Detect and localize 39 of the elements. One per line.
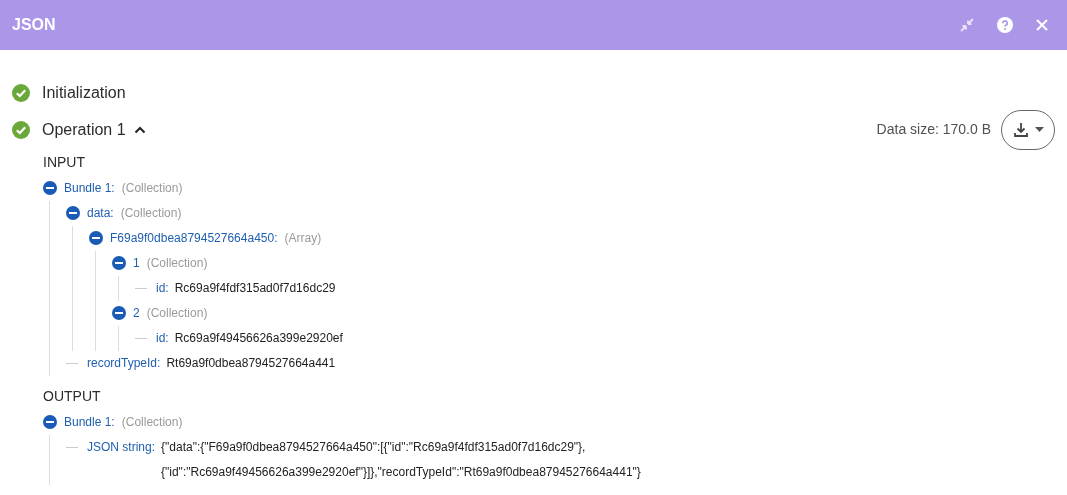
tree-key: 1: [133, 255, 140, 272]
tree-key: Bundle 1:: [64, 414, 115, 431]
caret-down-icon: [1034, 127, 1044, 132]
tree-key: id:: [156, 330, 169, 347]
section-heading: INPUT: [43, 152, 86, 172]
step-label[interactable]: Operation 1: [42, 117, 126, 142]
type-label: (Array): [284, 230, 322, 247]
type-label: (Collection): [146, 255, 208, 272]
section-heading: OUTPUT: [43, 386, 102, 406]
value-text: Rt69a9f0dbea8794527664a441: [166, 355, 336, 372]
download-icon: [1012, 121, 1029, 138]
download-button[interactable]: [1001, 109, 1055, 150]
value-text: Rc69a9f4fdf315ad0f7d16dc29: [174, 280, 336, 297]
type-label: (Collection): [121, 414, 183, 431]
close-icon[interactable]: [1035, 18, 1049, 32]
collapse-toggle-icon[interactable]: [66, 206, 80, 220]
tree-key: recordTypeId:: [87, 355, 161, 372]
step-label[interactable]: Initialization: [42, 80, 126, 105]
collapse-toggle-icon[interactable]: [43, 415, 57, 429]
window-title: JSON: [12, 15, 56, 35]
data-size-label: Data size: 170.0 B: [876, 120, 991, 139]
value-text: {"id":"Rc69a9f49456626a399e2920ef"}]},"recordTypeId":"Rt69a9f0dbea8794527664a441"}: [161, 464, 641, 481]
value-text: Rc69a9f49456626a399e2920ef: [174, 330, 343, 347]
collapse-toggle-icon[interactable]: [112, 306, 126, 320]
type-label: (Collection): [120, 205, 182, 222]
tree-key: F69a9f0dbea8794527664a450:: [110, 230, 278, 247]
caret-up-icon[interactable]: [133, 125, 146, 134]
type-label: (Collection): [121, 180, 183, 197]
collapse-toggle-icon[interactable]: [89, 231, 103, 245]
help-icon[interactable]: [997, 17, 1013, 33]
collapse-toggle-icon[interactable]: [112, 256, 126, 270]
value-text: {"data":{"F69a9f0dbea8794527664a450":[{"id":"Rc69a9f4fdf315ad0f7d16dc29"},: [161, 439, 587, 456]
tree-key: JSON string:: [87, 439, 155, 456]
type-label: (Collection): [146, 305, 208, 322]
tree-key: Bundle 1:: [64, 180, 115, 197]
collapse-toggle-icon[interactable]: [43, 181, 57, 195]
tree-key: id:: [156, 280, 169, 297]
tree-key: 2: [133, 305, 140, 322]
tree-key: data:: [87, 205, 114, 222]
